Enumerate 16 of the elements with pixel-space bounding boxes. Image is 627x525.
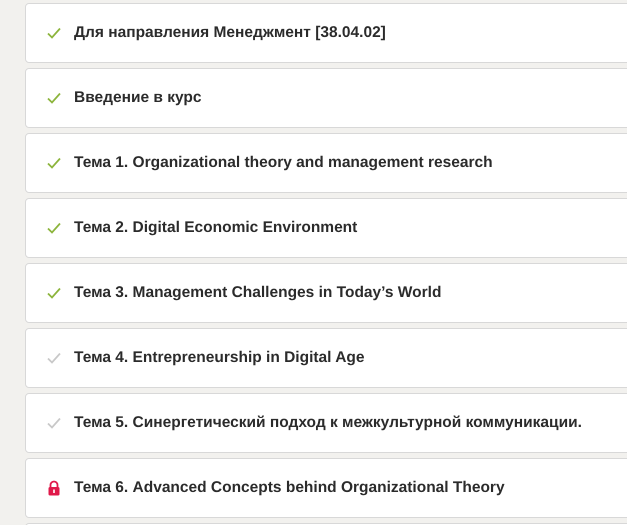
section-title: Тема 5. Синергетический подход к межкультурной коммуникации. [74,414,582,432]
section-title: Введение в курс [74,89,202,107]
section-card[interactable]: Тема 4. Entrepreneurship in Digital Age [25,328,627,388]
section-title: Тема 6. Advanced Concepts behind Organizational Theory [74,479,505,497]
section-card[interactable]: Тема 2. Digital Economic Environment [25,198,627,258]
section-title: Для направления Менеджмент [38.04.02] [74,24,386,42]
section-title: Тема 1. Organizational theory and management research [74,154,493,172]
section-card[interactable]: Тема 5. Синергетический подход к межкультурной коммуникации. [25,393,627,453]
section-title: Тема 2. Digital Economic Environment [74,219,358,237]
section-card[interactable]: Для направления Менеджмент [38.04.02] [25,3,627,63]
section-card[interactable]: Тема 1. Organizational theory and management research [25,133,627,193]
section-card[interactable]: Тема 6. Advanced Concepts behind Organizational Theory [25,458,627,518]
section-card[interactable]: Введение в курс [25,68,627,128]
section-card[interactable]: Тема 3. Management Challenges in Today’s World [25,263,627,323]
section-title: Тема 4. Entrepreneurship in Digital Age [74,349,364,367]
section-title: Тема 3. Management Challenges in Today’s World [74,284,442,302]
